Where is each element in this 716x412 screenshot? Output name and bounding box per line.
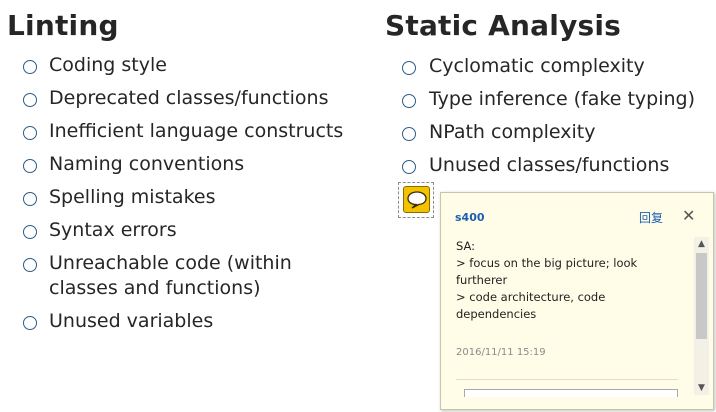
comment-popup: s400 回复 ✕ SA: > focus on the big picture… xyxy=(440,192,714,410)
list-item: Type inference (fake typing) xyxy=(385,87,695,112)
list-item-label: Inefficient language constructs xyxy=(49,120,344,142)
close-icon[interactable]: ✕ xyxy=(682,206,695,225)
list-item: Cyclomatic complexity xyxy=(385,54,695,79)
list-item-label: NPath complexity xyxy=(429,121,596,143)
list-item: Syntax errors xyxy=(7,218,343,243)
list-item: Spelling mistakes xyxy=(7,185,343,210)
list-item-label: Type inference (fake typing) xyxy=(429,88,696,110)
list-item: Coding style xyxy=(7,53,343,78)
scroll-up-icon[interactable]: ▲ xyxy=(694,237,709,251)
list-item-label: Cyclomatic complexity xyxy=(429,55,645,77)
list-item-label: Deprecated classes/functions xyxy=(49,87,329,109)
comment-line: SA: xyxy=(456,239,476,253)
reply-button[interactable]: 回复 xyxy=(639,209,663,226)
scroll-down-icon[interactable]: ▼ xyxy=(694,381,709,395)
list-item: Unreachable code (within classes and fun… xyxy=(7,251,343,301)
comment-line: > focus on the big picture; look xyxy=(456,256,638,270)
list-item-label-continued: classes and functions) xyxy=(49,277,261,299)
list-item-label: Unused variables xyxy=(49,310,214,332)
linting-list: Coding style Deprecated classes/function… xyxy=(7,53,343,342)
reply-input[interactable] xyxy=(464,389,678,397)
comment-timestamp: 2016/11/11 15:19 xyxy=(456,347,546,358)
circle-bullet-icon xyxy=(23,316,37,330)
list-item-label: Syntax errors xyxy=(49,219,177,241)
list-item-label: Spelling mistakes xyxy=(49,186,216,208)
circle-bullet-icon xyxy=(402,160,416,174)
circle-bullet-icon xyxy=(23,258,37,272)
circle-bullet-icon xyxy=(402,61,416,75)
scroll-thumb[interactable] xyxy=(696,253,707,339)
list-item-label: Coding style xyxy=(49,54,167,76)
linting-heading: Linting xyxy=(7,9,119,42)
static-analysis-heading: Static Analysis xyxy=(385,9,622,42)
list-item: Unused variables xyxy=(7,309,343,334)
list-item: NPath complexity xyxy=(385,120,695,145)
divider xyxy=(456,379,678,380)
list-item: Unused classes/functions xyxy=(385,153,695,178)
comment-author: s400 xyxy=(455,211,485,224)
list-item: Naming conventions xyxy=(7,152,343,177)
circle-bullet-icon xyxy=(23,225,37,239)
circle-bullet-icon xyxy=(23,159,37,173)
list-item: Inefficient language constructs xyxy=(7,119,343,144)
circle-bullet-icon xyxy=(402,94,416,108)
circle-bullet-icon xyxy=(23,60,37,74)
speech-bubble-icon[interactable] xyxy=(403,186,430,213)
comment-annotation[interactable] xyxy=(398,182,434,218)
comment-body: SA: > focus on the big picture; look fur… xyxy=(456,238,686,323)
comment-line: furtherer xyxy=(456,273,508,287)
list-item-label: Naming conventions xyxy=(49,153,245,175)
circle-bullet-icon xyxy=(23,192,37,206)
list-item-label: Unused classes/functions xyxy=(429,154,670,176)
circle-bullet-icon xyxy=(23,126,37,140)
comment-line: > code architecture, code xyxy=(456,290,606,304)
static-analysis-list: Cyclomatic complexity Type inference (fa… xyxy=(385,54,695,186)
slide-canvas: Linting Coding style Deprecated classes/… xyxy=(0,0,716,412)
comment-line: dependencies xyxy=(456,307,537,321)
scrollbar[interactable]: ▲ ▼ xyxy=(694,237,709,395)
circle-bullet-icon xyxy=(23,93,37,107)
list-item-label: Unreachable code (within xyxy=(49,252,292,274)
circle-bullet-icon xyxy=(402,127,416,141)
list-item: Deprecated classes/functions xyxy=(7,86,343,111)
